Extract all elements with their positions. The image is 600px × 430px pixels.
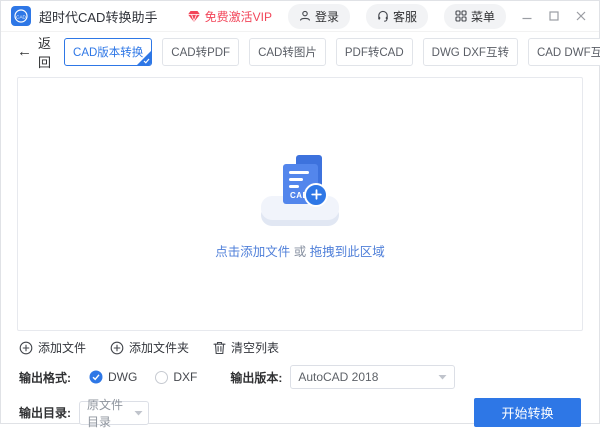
left-arrow-icon: ← — [17, 43, 32, 60]
headset-icon — [377, 10, 389, 22]
gem-icon — [187, 10, 201, 23]
title-bar: CAD 超时代CAD转换助手 免费激活VIP 登录 客服 菜单 — [1, 1, 599, 32]
output-directory-label: 输出目录: — [19, 406, 71, 420]
tab-strip: ← 返回 CAD版本转换 CAD转PDF CAD转图片 PDF转CAD DWG … — [1, 32, 600, 70]
output-version-select[interactable]: AutoCAD 2018 — [290, 365, 456, 389]
hint-drag-text: 拖拽到此区域 — [309, 244, 385, 259]
clear-list-label: 清空列表 — [231, 341, 280, 355]
output-format-row: 输出格式: DWG DXF 输出版本: AutoCAD 2018 — [1, 365, 599, 389]
support-button[interactable]: 客服 — [365, 3, 428, 29]
login-button[interactable]: 登录 — [287, 3, 350, 29]
cad-document-add-icon: CAD — [255, 149, 345, 229]
svg-text:CAD: CAD — [16, 14, 26, 19]
app-logo-icon: CAD — [11, 6, 31, 26]
file-drop-zone[interactable]: CAD 点击添加文件 或 拖拽到此区域 — [17, 77, 583, 331]
clear-list-button[interactable]: 清空列表 — [213, 339, 279, 356]
output-version-value: AutoCAD 2018 — [298, 370, 379, 384]
tab-cad-to-image[interactable]: CAD转图片 — [249, 37, 326, 66]
support-label: 客服 — [392, 9, 417, 24]
format-dxf-label: DXF — [173, 370, 198, 384]
chevron-down-icon — [438, 374, 447, 380]
plus-circle-icon — [19, 341, 33, 355]
format-dwg-label: DWG — [108, 370, 138, 384]
grid-menu-icon — [455, 10, 467, 22]
add-file-button[interactable]: 添加文件 — [19, 339, 86, 356]
add-folder-button[interactable]: 添加文件夹 — [110, 339, 189, 356]
app-title: 超时代CAD转换助手 — [39, 9, 158, 25]
login-label: 登录 — [314, 9, 339, 24]
vip-label: 免费激活VIP — [204, 9, 272, 24]
add-folder-label: 添加文件夹 — [129, 341, 190, 355]
output-version-label: 输出版本: — [230, 370, 283, 385]
check-circle-icon — [89, 370, 103, 384]
output-directory-value: 原文件目录 — [87, 397, 124, 429]
output-format-label: 输出格式: — [19, 370, 71, 385]
menu-label: 菜单 — [470, 9, 495, 24]
close-icon[interactable] — [575, 10, 587, 22]
trash-icon — [213, 341, 226, 355]
add-file-label: 添加文件 — [38, 341, 87, 355]
vip-activate-button[interactable]: 免费激活VIP — [187, 8, 272, 25]
plus-circle-icon — [110, 341, 124, 355]
output-directory-select[interactable]: 原文件目录 — [79, 398, 149, 429]
chevron-down-icon — [134, 410, 143, 416]
format-option-dxf[interactable]: DXF — [155, 370, 197, 384]
minimize-icon[interactable] — [521, 10, 533, 22]
drop-zone-hint: 点击添加文件 或 拖拽到此区域 — [215, 241, 385, 260]
radio-unchecked-icon — [155, 370, 169, 384]
hint-click-text: 点击添加文件 — [215, 244, 291, 259]
app-window: CAD 超时代CAD转换助手 免费激活VIP 登录 客服 菜单 ← 返回 CAD… — [0, 0, 600, 429]
menu-button[interactable]: 菜单 — [443, 3, 506, 29]
file-actions: 添加文件 添加文件夹 清空列表 — [1, 339, 599, 356]
back-label: 返回 — [38, 35, 52, 70]
check-icon — [143, 58, 150, 64]
output-directory-row: 输出目录: 原文件目录 开始转换 — [1, 398, 599, 429]
tab-cad-dwf-convert[interactable]: CAD DWF互转 — [527, 37, 600, 66]
maximize-icon[interactable] — [548, 10, 560, 22]
plus-icon — [304, 182, 328, 207]
tab-cad-to-pdf[interactable]: CAD转PDF — [162, 37, 240, 66]
start-convert-button[interactable]: 开始转换 — [474, 398, 581, 427]
format-option-dwg[interactable]: DWG — [89, 370, 137, 384]
tab-cad-version-convert[interactable]: CAD版本转换 — [64, 37, 153, 66]
tab-pdf-to-cad[interactable]: PDF转CAD — [335, 37, 413, 66]
hint-or-text: 或 — [293, 244, 307, 259]
tab-dwg-dxf-convert[interactable]: DWG DXF互转 — [422, 37, 518, 66]
back-button[interactable]: ← 返回 — [17, 33, 51, 71]
user-icon — [299, 10, 311, 22]
